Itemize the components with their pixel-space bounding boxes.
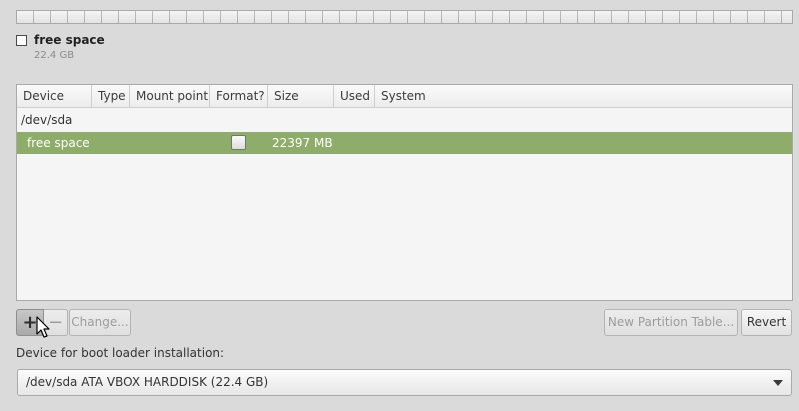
column-system[interactable]: System	[375, 85, 792, 107]
column-format[interactable]: Format?	[210, 85, 268, 107]
row-size: 22397 MB	[272, 136, 333, 150]
partition-bar[interactable]	[16, 10, 793, 24]
legend-color-box	[16, 35, 27, 46]
new-partition-table-button[interactable]: New Partition Table...	[604, 309, 738, 336]
column-device[interactable]: Device	[17, 85, 92, 107]
bootloader-device-select[interactable]: /dev/sda ATA VBOX HARDDISK (22.4 GB)	[17, 369, 792, 396]
row-device: free space	[27, 136, 90, 150]
bootloader-selected-value: /dev/sda ATA VBOX HARDDISK (22.4 GB)	[26, 375, 269, 389]
column-size[interactable]: Size	[268, 85, 334, 107]
column-mount-point[interactable]: Mount point	[130, 85, 210, 107]
dropdown-arrow-icon	[773, 380, 783, 386]
table-row-disk[interactable]: /dev/sda	[17, 109, 792, 131]
partition-table: Device Type Mount point Format? Size Use…	[16, 84, 793, 301]
table-row-free-space[interactable]: free space 22397 MB	[17, 132, 792, 154]
format-checkbox[interactable]	[231, 135, 246, 150]
column-type[interactable]: Type	[92, 85, 130, 107]
column-used[interactable]: Used	[334, 85, 375, 107]
change-partition-button[interactable]: Change...	[69, 309, 131, 336]
legend-size: 22.4 GB	[34, 50, 75, 61]
mouse-cursor-icon	[36, 316, 50, 338]
table-header: Device Type Mount point Format? Size Use…	[17, 85, 792, 108]
disk-device: /dev/sda	[21, 113, 73, 127]
partition-editor: free space 22.4 GB Device Type Mount poi…	[0, 0, 799, 411]
bootloader-label: Device for boot loader installation:	[16, 346, 225, 360]
legend-name: free space	[34, 33, 105, 47]
revert-button[interactable]: Revert	[741, 309, 792, 336]
